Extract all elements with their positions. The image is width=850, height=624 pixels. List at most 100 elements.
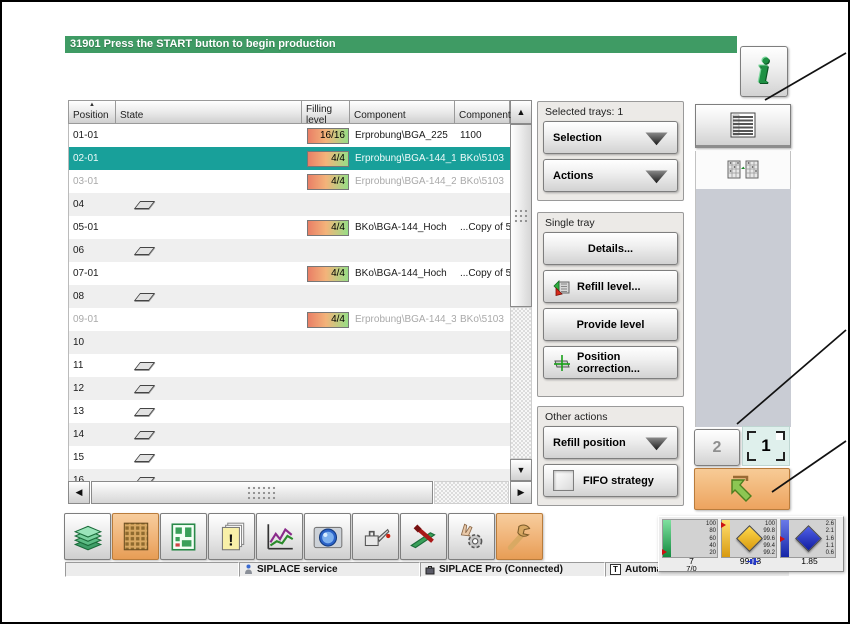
cell-position: 03-01 <box>73 176 99 187</box>
repair-tool-button[interactable] <box>400 513 447 560</box>
statistics-button[interactable] <box>256 513 303 560</box>
placement-rate-value: 1.85 <box>801 556 818 566</box>
position-correction-button[interactable]: Position correction... <box>543 346 678 379</box>
cell-state <box>117 400 303 423</box>
table-row[interactable]: 03-01 4/4 Erprobung\BGA-144_2 BKo\5103 <box>69 170 510 193</box>
list-view-tab[interactable] <box>695 104 791 148</box>
refill-level-button[interactable]: Refill level... <box>543 270 678 303</box>
scroll-up-button[interactable]: ▲ <box>510 100 532 124</box>
chevron-down-icon <box>645 132 668 146</box>
svg-text:!: ! <box>228 532 233 549</box>
empty-tray-icon <box>133 247 156 255</box>
actions-dropdown[interactable]: Actions <box>543 159 678 192</box>
back-button[interactable] <box>694 468 790 510</box>
cell-filling-level: 4/4 <box>303 262 351 285</box>
tray-stack-icon <box>71 520 105 554</box>
table-row[interactable]: 14 <box>69 423 510 446</box>
table-row[interactable]: 12 <box>69 377 510 400</box>
gauge-scale-strip <box>780 520 789 557</box>
fifo-strategy-toggle[interactable]: FIFO strategy <box>543 464 678 497</box>
cell-filling-level <box>303 446 351 469</box>
filling-level-badge: 4/4 <box>307 312 349 328</box>
other-actions-group: Other actions Refill position FIFO strat… <box>537 406 684 506</box>
column-header-position[interactable]: ▲ Position <box>68 100 116 124</box>
vertical-scroll-track[interactable] <box>510 307 532 459</box>
table-row[interactable]: 01-01 16/16 Erprobung\BGA_225 1100 <box>69 124 510 147</box>
cell-component <box>351 285 456 308</box>
cell-component2 <box>456 377 510 400</box>
service-wrench-button[interactable] <box>496 513 543 560</box>
focus-corner <box>747 452 756 461</box>
station-tab-1[interactable]: 1 <box>742 426 790 466</box>
tray-stack-button[interactable] <box>64 513 111 560</box>
cell-position: 14 <box>73 429 85 440</box>
station-tab-2[interactable]: 2 <box>694 429 740 466</box>
table-row[interactable]: 05-01 4/4 BKo\BGA-144_Hoch ...Copy of 51 <box>69 216 510 239</box>
maintenance-oil-button[interactable] <box>352 513 399 560</box>
table-row[interactable]: 10 <box>69 331 510 354</box>
column-header-component[interactable]: Component <box>350 100 455 124</box>
table-row[interactable]: 04 <box>69 193 510 216</box>
pcb-board-button[interactable] <box>160 513 207 560</box>
table-row[interactable]: 11 <box>69 354 510 377</box>
table-row[interactable]: 07-01 4/4 BKo\BGA-144_Hoch ...Copy of 51 <box>69 262 510 285</box>
triangle-right-icon: ▶ <box>517 487 525 497</box>
vertical-scroll-thumb[interactable] <box>510 124 532 307</box>
component-supply-gauge: 100 80 60 40 20 <box>662 519 718 558</box>
performance-gauge-panel[interactable]: 100 80 60 40 20 100 99.8 99.6 99.4 99.2 2.6 2.1 1.6 1… <box>658 516 844 572</box>
scroll-left-button[interactable]: ◀ <box>68 481 90 504</box>
mode-icon: T <box>610 564 621 575</box>
info-button[interactable]: i <box>740 46 788 97</box>
single-tray-group: Single tray Details... Refill level... P… <box>537 212 684 397</box>
horizontal-scroll-thumb[interactable] <box>91 481 433 504</box>
cell-component <box>351 239 456 262</box>
camera-button[interactable] <box>304 513 351 560</box>
cell-state <box>117 446 303 469</box>
cell-filling-level <box>303 377 351 400</box>
horizontal-scrollbar[interactable]: ◀ ▶ <box>68 481 532 505</box>
cell-position: 08 <box>73 291 85 302</box>
fifo-checkbox[interactable] <box>553 470 574 491</box>
cell-component: Erprobung\BGA-144_1 <box>355 153 456 164</box>
camera-icon <box>311 520 345 554</box>
cell-component2 <box>456 354 510 377</box>
cell-position: 10 <box>73 337 85 348</box>
cell-state <box>117 331 303 354</box>
scroll-down-button[interactable]: ▼ <box>510 459 532 481</box>
tray-table-button[interactable] <box>112 513 159 560</box>
cell-component2 <box>456 193 510 216</box>
cell-component: Erprobung\BGA-144_3 <box>355 314 456 325</box>
filling-level-badge: 4/4 <box>307 266 349 282</box>
cell-position: 02-01 <box>73 153 99 164</box>
cell-state <box>117 239 303 262</box>
horizontal-scroll-track[interactable] <box>434 481 509 504</box>
column-header-component2[interactable]: Component <box>455 100 511 124</box>
error-log-button[interactable]: ! <box>208 513 255 560</box>
table-row[interactable]: 08 <box>69 285 510 308</box>
list-view-icon <box>730 112 756 138</box>
table-row[interactable]: 16 <box>69 469 510 481</box>
table-row[interactable]: 02-01 4/4 Erprobung\BGA-144_1 BKo\5103 <box>69 147 510 170</box>
provide-level-button[interactable]: Provide level <box>543 308 678 341</box>
scroll-right-button[interactable]: ▶ <box>510 481 532 504</box>
tray-view-tab[interactable] <box>695 151 791 189</box>
table-row[interactable]: 15 <box>69 446 510 469</box>
tray-table: ▲ Position State Filling level Component… <box>68 100 532 505</box>
back-arrow-icon <box>731 475 752 502</box>
column-header-filling-level[interactable]: Filling level <box>302 100 350 126</box>
selection-dropdown[interactable]: Selection <box>543 121 678 154</box>
table-row[interactable]: 09-01 4/4 Erprobung\BGA-144_3 BKo\5103 <box>69 308 510 331</box>
cell-position: 07-01 <box>73 268 99 279</box>
chevron-down-icon <box>645 437 668 451</box>
manual-operation-button[interactable] <box>448 513 495 560</box>
table-row[interactable]: 13 <box>69 400 510 423</box>
cell-filling-level <box>303 285 351 308</box>
column-header-state[interactable]: State <box>116 100 302 124</box>
gauge-scale-strip <box>721 520 730 557</box>
vertical-scrollbar[interactable]: ▼ <box>510 124 532 481</box>
table-row[interactable]: 06 <box>69 239 510 262</box>
manual-operation-icon <box>455 520 489 554</box>
refill-position-dropdown[interactable]: Refill position <box>543 426 678 459</box>
details-button[interactable]: Details... <box>543 232 678 265</box>
cell-filling-level <box>303 331 351 354</box>
